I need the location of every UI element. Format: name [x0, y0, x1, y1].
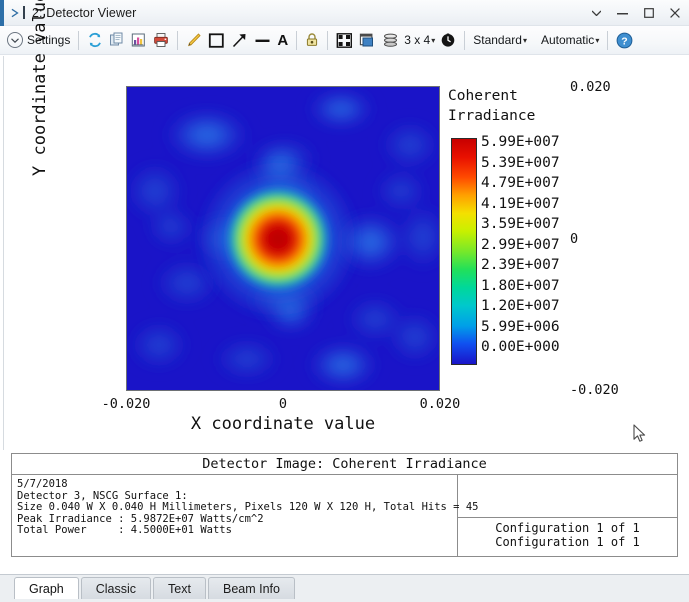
info-panel-config: Configuration 1 of 1 Configuration 1 of …: [458, 475, 677, 557]
lock-icon[interactable]: [302, 29, 322, 51]
detector-window-icon: [11, 6, 25, 20]
toolbar: Settings A 3 x 4 ▾ Standard ▾ Automatic …: [0, 26, 689, 55]
style-dropdown[interactable]: Standard ▾: [470, 29, 530, 51]
text-icon[interactable]: A: [274, 29, 291, 51]
colorbar-tick: 0.00E+000: [481, 339, 560, 355]
tab-beam-info[interactable]: Beam Info: [207, 577, 295, 599]
grid-size-label: 3 x 4: [404, 33, 431, 47]
detector-info-panel: Detector Image: Coherent Irradiance 5/7/…: [11, 453, 678, 557]
x-axis-label: X coordinate value: [190, 414, 376, 434]
arrow-icon[interactable]: [228, 29, 251, 51]
line-icon[interactable]: [251, 29, 274, 51]
toolbar-separator-2: [177, 30, 179, 50]
colorbar-title: Coherent Irradiance: [448, 86, 535, 126]
window-menu-button[interactable]: [590, 7, 603, 20]
chevron-down-icon: [7, 32, 23, 48]
info-panel-body: 5/7/2018 Detector 3, NSCG Surface 1: Siz…: [12, 475, 677, 557]
title-bar: 2: Detector Viewer: [0, 0, 689, 26]
bottom-tab-strip: Graph Classic Text Beam Info: [0, 574, 689, 602]
save-icon[interactable]: [128, 29, 150, 51]
heatmap-image: [127, 87, 439, 390]
info-panel-header: Detector Image: Coherent Irradiance: [12, 454, 677, 475]
colorbar-tick: 1.80E+007: [481, 277, 560, 294]
y-tick-top: 0.020: [570, 79, 611, 95]
clock-icon[interactable]: [437, 29, 459, 51]
window-capture-icon[interactable]: [356, 29, 379, 51]
colorbar-tick: 5.99E+006: [481, 318, 560, 335]
scale-dropdown[interactable]: Automatic ▾: [538, 29, 602, 51]
window-controls: [590, 0, 681, 26]
colorbar-tick: 2.39E+007: [481, 257, 560, 273]
tab-graph[interactable]: Graph: [14, 577, 79, 599]
help-icon[interactable]: ?: [613, 29, 636, 51]
chevron-down-icon: ▾: [595, 35, 600, 45]
info-line: 5/7/2018: [17, 478, 68, 490]
tab-text[interactable]: Text: [153, 577, 206, 599]
toolbar-separator-5: [464, 30, 466, 50]
info-line: Total Power : 4.5000E+01 Watts: [17, 524, 232, 536]
info-config-lines: Configuration 1 of 1 Configuration 1 of …: [458, 518, 677, 560]
colorbar-ticks: 5.99E+007 5.39E+007 4.79E+007 4.19E+007 …: [481, 132, 560, 358]
style-dropdown-label: Standard: [473, 33, 522, 47]
colorbar-tick: 3.59E+007: [481, 216, 560, 232]
info-panel-text: 5/7/2018 Detector 3, NSCG Surface 1: Siz…: [12, 475, 479, 557]
colorbar-title-line1: Coherent: [448, 88, 518, 104]
maximize-button[interactable]: [642, 7, 655, 20]
pencil-icon[interactable]: [183, 29, 205, 51]
chevron-down-icon: ▾: [431, 35, 436, 45]
chevron-down-icon: ▾: [522, 35, 527, 45]
colorbar-tick: 1.20E+007: [481, 298, 560, 314]
tab-label: Graph: [29, 581, 64, 596]
tab-classic[interactable]: Classic: [80, 577, 152, 599]
grid-size-dropdown[interactable]: 3 x 4 ▾: [402, 29, 437, 51]
refresh-icon[interactable]: [84, 29, 106, 51]
toolbar-separator-3: [296, 30, 298, 50]
y-tick-bottom: -0.020: [570, 382, 619, 398]
colorbar-tick: 4.19E+007: [481, 195, 560, 212]
colorbar-tick: 4.79E+007: [481, 175, 560, 191]
layers-icon[interactable]: [379, 29, 402, 51]
info-line: Size 0.040 W X 0.040 H Millimeters, Pixe…: [17, 501, 479, 513]
tab-label: Text: [168, 581, 191, 596]
toolbar-separator-4: [327, 30, 329, 50]
detector-heatmap[interactable]: [126, 86, 440, 391]
fit-window-icon[interactable]: [333, 29, 356, 51]
detector-viewer-window: 2: Detector Viewer Settings A 3 x 4 ▾ St…: [0, 0, 689, 602]
tab-label: Classic: [95, 581, 137, 596]
rectangle-icon[interactable]: [205, 29, 228, 51]
config-line-1: Configuration 1 of 1: [495, 521, 640, 535]
copy-icon[interactable]: [106, 29, 128, 51]
close-button[interactable]: [668, 7, 681, 20]
svg-text:?: ?: [622, 35, 628, 47]
toolbar-separator-6: [607, 30, 609, 50]
y-tick-mid: 0: [570, 231, 579, 247]
x-tick-mid: 0: [278, 396, 288, 412]
config-line-2: Configuration 1 of 1: [495, 535, 640, 549]
x-tick-right: 0.020: [419, 396, 461, 412]
colorbar-tick: 5.39E+007: [481, 154, 560, 171]
mouse-cursor-icon: [633, 424, 647, 443]
print-icon[interactable]: [150, 29, 172, 51]
x-tick-left: -0.020: [101, 396, 151, 412]
info-config-spacer: [458, 475, 677, 518]
y-axis-label: Y coordinate value: [30, 0, 50, 176]
tab-label: Beam Info: [222, 581, 280, 596]
toolbar-separator-1: [78, 30, 80, 50]
colorbar-title-line2: Irradiance: [448, 108, 536, 124]
plot-canvas: 0.020 0 -0.020 -0.020 0 0.020 Y coordina…: [3, 0, 686, 450]
tab-strip-filler: [297, 577, 689, 599]
title-accent-stripe: [0, 0, 4, 26]
colorbar-tick: 5.99E+007: [481, 134, 560, 150]
minimize-button[interactable]: [616, 7, 629, 20]
colorbar-gradient: [451, 138, 477, 365]
scale-dropdown-label: Automatic: [540, 33, 595, 47]
colorbar-tick: 2.99E+007: [481, 236, 560, 253]
